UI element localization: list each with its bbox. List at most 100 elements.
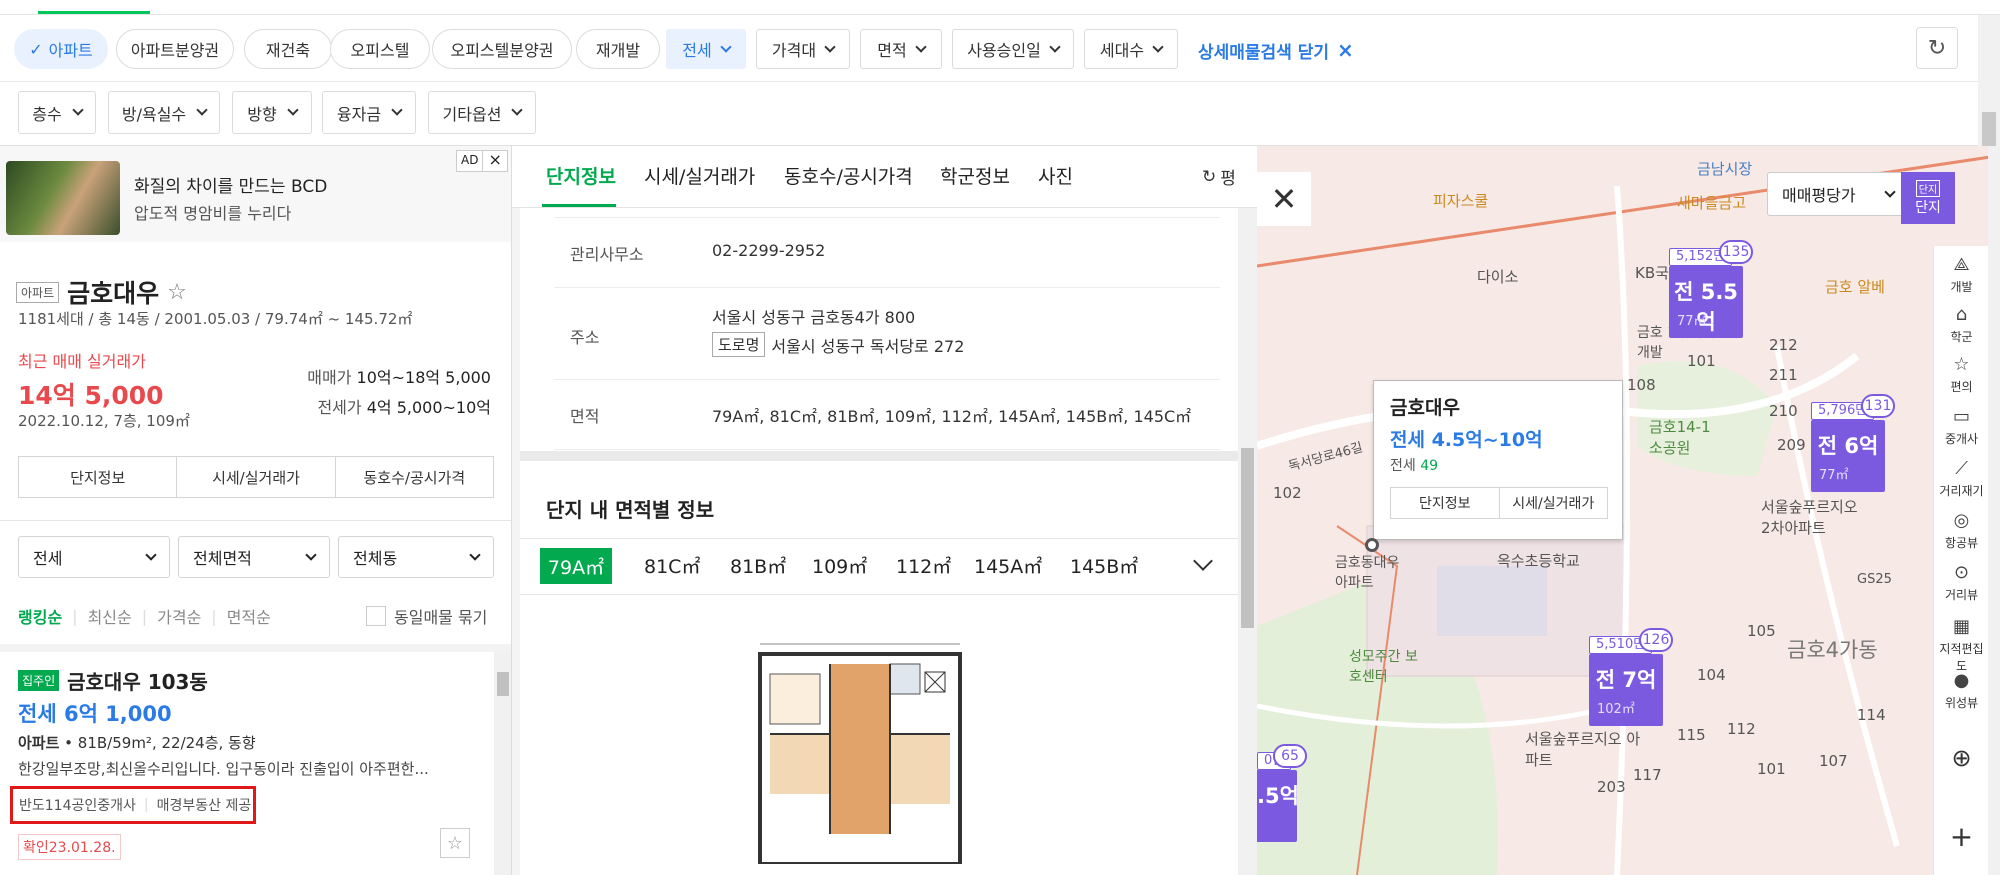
area-tab-112[interactable]: 112㎡ [896, 552, 951, 579]
sort-area[interactable]: 면적순 [227, 604, 271, 628]
listing-spec: 아파트 • 81B/59m², 22/24층, 동향 [18, 734, 256, 752]
dropdown-price[interactable]: 가격대 [756, 29, 850, 69]
tab-unit-price[interactable]: 동호수/공시가격 [784, 162, 913, 189]
map-complex-toggle[interactable]: 단지 단지 [1901, 172, 1955, 224]
map-price-pin[interactable]: 0만65.5억 [1257, 744, 1307, 842]
dropdown-direction[interactable]: 방향 [232, 91, 312, 134]
area-tab-79a[interactable]: 79A㎡ [540, 548, 612, 584]
map-complex-popup[interactable]: 금호대우 전세 4.5억~10억 전세 49 단지정보 시세/실거래가 [1373, 380, 1623, 540]
divider [0, 644, 511, 652]
area-tab-81b[interactable]: 81B㎡ [730, 552, 786, 579]
tab-market-price[interactable]: 시세/실거래가 [644, 162, 755, 189]
top-nav-strip [0, 0, 2000, 15]
dropdown-other-options[interactable]: 기타옵션 [428, 91, 536, 134]
map-block-number: 210 [1769, 402, 1798, 420]
tab-complex-info[interactable]: 단지정보 [546, 162, 616, 189]
listing-type-select[interactable]: 전세 [18, 536, 170, 578]
listing-dong-select[interactable]: 전체동 [338, 536, 494, 578]
dropdown-households[interactable]: 세대수 [1084, 29, 1178, 69]
map-price-pin[interactable]: 5,796만 131 전 6억 77㎡ [1811, 394, 1895, 492]
map-view[interactable]: 금남시장 새마을금고 피자스쿨 다이소 KB국 금호 1주택재개발 금호14-1… [1257, 146, 2000, 875]
map-block-number: 203 [1597, 778, 1626, 796]
dropdown-approval-date[interactable]: 사용승인일 [952, 29, 1074, 69]
star-icon[interactable]: ☆ [167, 280, 187, 305]
map-tool-measure[interactable]: ⟋ 거리재기 [1934, 458, 1989, 499]
dropdown-loan[interactable]: 융자금 [322, 91, 416, 134]
map-close-icon[interactable]: ✕ [1257, 172, 1311, 226]
agent-name[interactable]: 반도114공인중개사 [19, 795, 136, 815]
area-tab-81c[interactable]: 81C㎡ [644, 552, 700, 579]
unit-price-button[interactable]: 동호수/공시가격 [336, 457, 493, 497]
map-tool-street[interactable]: ⊙ 거리뷰 [1934, 562, 1989, 603]
sort-latest[interactable]: 최신순 [88, 604, 132, 628]
dropdown-deal-type[interactable]: 전세 [666, 29, 746, 69]
my-location-icon[interactable]: ⊕ [1934, 744, 1989, 772]
tab-photo[interactable]: 사진 [1038, 162, 1073, 189]
market-price-button[interactable]: 시세/실거래가 [177, 457, 336, 497]
map-block-number: 209 [1777, 436, 1806, 454]
chevron-down-icon [287, 104, 299, 116]
map-tool-development[interactable]: ⟁ 개발 [1934, 254, 1989, 295]
map-place-label: 금호14-1 소공원 [1649, 418, 1711, 457]
map-place-label: 옥수초등학교 [1497, 552, 1580, 570]
chevron-down-icon [1049, 40, 1061, 53]
detail-scrollbar[interactable] [1238, 208, 1257, 875]
map-place-label: 금호4가동 [1787, 638, 1878, 662]
area-tab-109[interactable]: 109㎡ [812, 552, 867, 579]
group-listings-toggle[interactable]: 동일매물 묶기 [366, 604, 487, 628]
map-price-pin[interactable]: 5,510만 126 전 7억 102㎡ [1589, 628, 1673, 726]
map-tool-convenience[interactable]: ☆ 편의 [1934, 354, 1989, 395]
listing-card[interactable]: 집주인 금호대우 103동 전세 6억 1,000 아파트 • 81B/59m²… [0, 652, 492, 875]
listing-scrollbar[interactable] [494, 652, 511, 875]
confirm-date-badge: 확인23.01.28. [18, 834, 121, 860]
chip-apartment[interactable]: ✓ 아파트 [14, 29, 108, 69]
star-icon[interactable]: ☆ [440, 828, 470, 858]
section-divider [520, 451, 1238, 461]
ruler-icon: ⟋ [1955, 458, 1968, 479]
pyeong-toggle[interactable]: ↻ 평 [1202, 164, 1236, 190]
chevron-down-icon[interactable] [1193, 551, 1213, 571]
chip-officetel[interactable]: 오피스텔 [330, 29, 430, 69]
listing-area-select[interactable]: 전체면적 [178, 536, 330, 578]
refresh-icon[interactable]: ↻ [1916, 27, 1958, 69]
map-block-number: 212 [1769, 336, 1798, 354]
scrollbar-thumb[interactable] [1241, 448, 1254, 628]
popup-complex-info-button[interactable]: 단지정보 [1391, 488, 1500, 518]
map-tool-school[interactable]: ⌂ 학군 [1934, 304, 1989, 345]
map-price-pin[interactable]: 5,152만 135 전 5.5억 77㎡ [1669, 240, 1753, 338]
property-type-filter-bar: ✓ 아파트 아파트분양권 재건축 오피스텔 오피스텔분양권 재개발 전세 가격대 … [0, 15, 2000, 82]
checkbox[interactable] [366, 606, 386, 626]
ad-banner[interactable]: 화질의 차이를 만드는 BCD 압도적 명암비를 누리다 AD × [0, 146, 511, 242]
sort-price[interactable]: 가격순 [157, 604, 201, 628]
chip-rebuild[interactable]: 재건축 [244, 29, 332, 69]
area-tab-145b[interactable]: 145B㎡ [1070, 552, 1138, 579]
tab-school[interactable]: 학군정보 [940, 162, 1010, 189]
chip-redevelop[interactable]: 재개발 [576, 29, 660, 69]
zoom-in-icon[interactable]: + [1934, 820, 1989, 853]
complex-name: 금호대우 [67, 279, 160, 308]
map-tool-sidebar: ⟁ 개발 ⌂ 학군 ☆ 편의 ▭ 중개사 ⟋ 거리재기 ◎ 항공뷰 ⊙ 거리뷰 ▦ 지적편집도 … [1933, 246, 1988, 875]
close-detail-search-link[interactable]: 상세매물검색 닫기 × [1198, 37, 1354, 63]
map-block-number: 114 [1857, 706, 1886, 724]
dropdown-floor[interactable]: 층수 [18, 91, 96, 134]
map-tool-cadastral[interactable]: ▦ 지적편집도 [1934, 616, 1989, 674]
complex-meta: 1181세대 / 총 14동 / 2001.05.03 / 79.74㎡ ~ 1… [18, 310, 413, 328]
map-location-marker[interactable] [1365, 538, 1379, 552]
ad-close-icon[interactable]: × [483, 151, 506, 171]
map-place-label: 금호 알베 [1825, 278, 1885, 296]
map-price-type-select[interactable]: 매매평당가 [1767, 172, 1909, 216]
scrollbar-thumb[interactable] [497, 672, 509, 696]
chip-officetel-presale[interactable]: 오피스텔분양권 [432, 29, 572, 69]
popup-market-price-button[interactable]: 시세/실거래가 [1500, 488, 1608, 518]
complex-info-button[interactable]: 단지정보 [19, 457, 178, 497]
area-tab-145a[interactable]: 145A㎡ [974, 552, 1042, 579]
map-tool-aerial[interactable]: ◎ 항공뷰 [1934, 510, 1989, 551]
sort-ranking[interactable]: 랭킹순 [18, 604, 62, 628]
chip-apt-presale[interactable]: 아파트분양권 [116, 29, 234, 69]
dropdown-rooms[interactable]: 방/욕실수 [108, 91, 220, 134]
dropdown-area[interactable]: 면적 [860, 29, 942, 69]
chevron-down-icon [915, 40, 927, 53]
map-tool-agent[interactable]: ▭ 중개사 [1934, 406, 1989, 447]
map-tool-satellite[interactable]: ● 위성뷰 [1934, 670, 1989, 711]
page-scrollbar-thumb[interactable] [1982, 112, 1996, 146]
